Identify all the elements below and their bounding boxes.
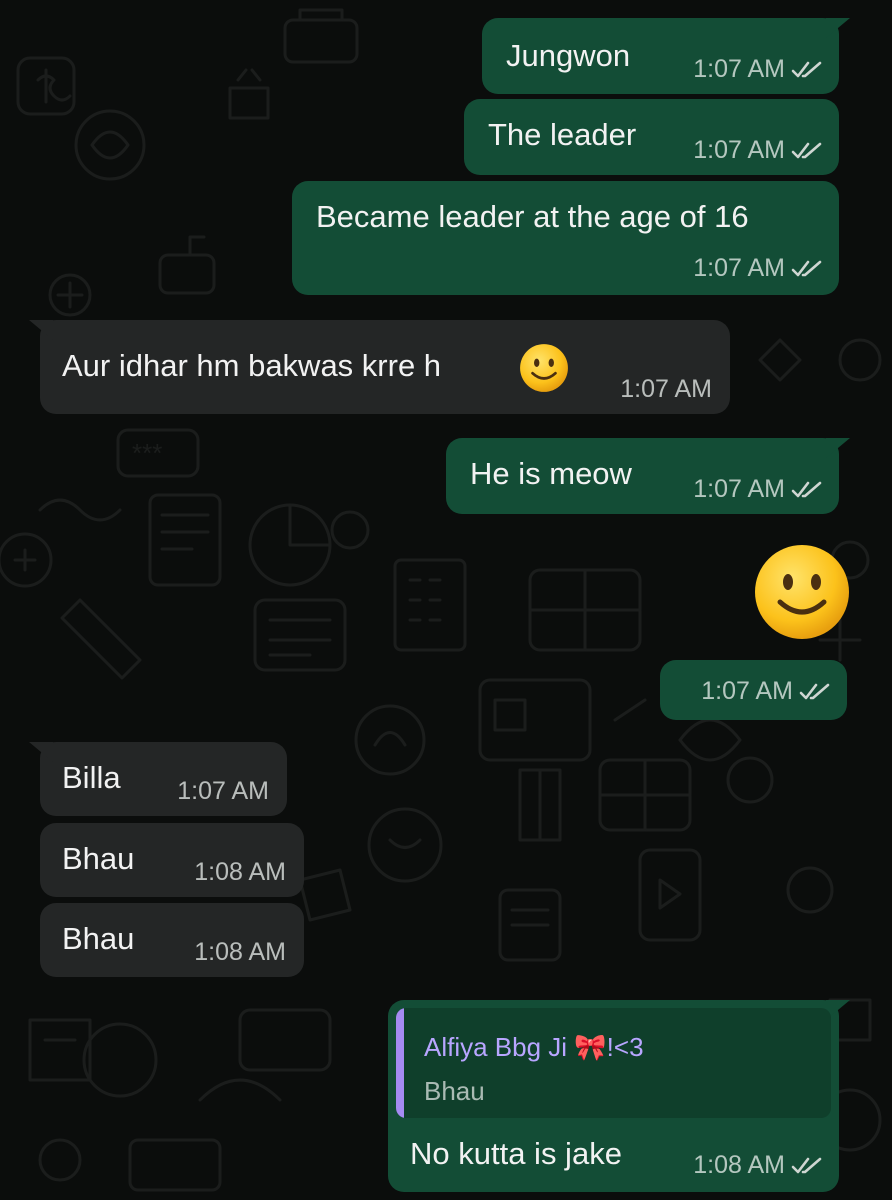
message-meta: 1:07 AM bbox=[701, 677, 831, 706]
message-text: The leader bbox=[488, 117, 637, 152]
message-time: 1:07 AM bbox=[620, 375, 712, 403]
slightly-smiling-face-icon[interactable] bbox=[752, 542, 852, 642]
quoted-text: Bhau bbox=[424, 1076, 485, 1106]
message-text: No kutta is jake bbox=[410, 1136, 622, 1171]
bubble-tail bbox=[826, 438, 850, 458]
message-time: 1:07 AM bbox=[693, 136, 785, 164]
message-bubble-outgoing[interactable]: Jungwon 1:07 AM bbox=[482, 18, 850, 94]
message-time: 1:07 AM bbox=[693, 475, 785, 503]
message-time: 1:07 AM bbox=[701, 677, 793, 705]
message-text: Bhau bbox=[62, 921, 135, 956]
double-check-icon bbox=[791, 260, 822, 276]
message-text: Bhau bbox=[62, 841, 135, 876]
chat-messages: Jungwon 1:07 AM The leader 1:07 AM Becam… bbox=[0, 0, 892, 1200]
message-time: 1:07 AM bbox=[177, 777, 269, 805]
double-check-icon bbox=[799, 683, 830, 699]
double-check-icon bbox=[791, 142, 822, 158]
message-time-chip: 1:07 AM bbox=[660, 660, 847, 720]
message-time: 1:08 AM bbox=[194, 858, 286, 886]
bubble-tail bbox=[826, 18, 850, 38]
message-bubble-incoming[interactable]: Aur idhar hm bakwas krre h 1:07 AM bbox=[29, 320, 730, 414]
message-text: Became leader at the age of 16 bbox=[316, 199, 749, 234]
message-bubble-incoming[interactable]: Billa 1:07 AM bbox=[29, 742, 287, 816]
message-meta: 1:07 AM bbox=[693, 55, 823, 84]
quoted-author: Alfiya Bbg Ji 🎀!<3 bbox=[424, 1032, 644, 1062]
message-time: 1:08 AM bbox=[194, 938, 286, 966]
double-check-icon bbox=[791, 61, 822, 77]
message-text: Aur idhar hm bakwas krre h bbox=[62, 348, 442, 383]
slightly-smiling-face-icon bbox=[520, 344, 568, 392]
message-bubble-outgoing[interactable]: Became leader at the age of 16 1:07 AM bbox=[292, 181, 839, 295]
message-bubble-incoming[interactable]: Bhau 1:08 AM bbox=[40, 823, 304, 897]
double-check-icon bbox=[791, 481, 822, 497]
quoted-message[interactable]: Alfiya Bbg Ji 🎀!<3 Bhau bbox=[396, 1008, 831, 1118]
message-time: 1:07 AM bbox=[693, 55, 785, 83]
message-time: 1:08 AM bbox=[693, 1151, 785, 1179]
message-text: He is meow bbox=[470, 456, 632, 491]
message-bubble-incoming[interactable]: Bhau 1:08 AM bbox=[40, 903, 304, 977]
message-bubble-outgoing[interactable]: The leader 1:07 AM bbox=[464, 99, 839, 175]
quote-accent-bar bbox=[396, 1008, 404, 1118]
message-meta: 1:08 AM bbox=[693, 1151, 823, 1180]
message-text: Jungwon bbox=[506, 38, 631, 73]
double-check-icon bbox=[791, 1157, 822, 1173]
message-bubble-outgoing-reply[interactable]: Alfiya Bbg Ji 🎀!<3 Bhau No kutta is jake… bbox=[388, 1000, 850, 1192]
message-bubble-outgoing[interactable]: He is meow 1:07 AM bbox=[446, 438, 850, 514]
message-meta: 1:07 AM bbox=[693, 136, 823, 165]
message-meta: 1:07 AM bbox=[693, 254, 823, 283]
bubble-tail bbox=[29, 320, 53, 340]
message-time: 1:07 AM bbox=[693, 254, 785, 282]
bubble-tail bbox=[29, 742, 53, 762]
message-text: Billa bbox=[62, 760, 121, 795]
message-meta: 1:07 AM bbox=[693, 475, 823, 504]
